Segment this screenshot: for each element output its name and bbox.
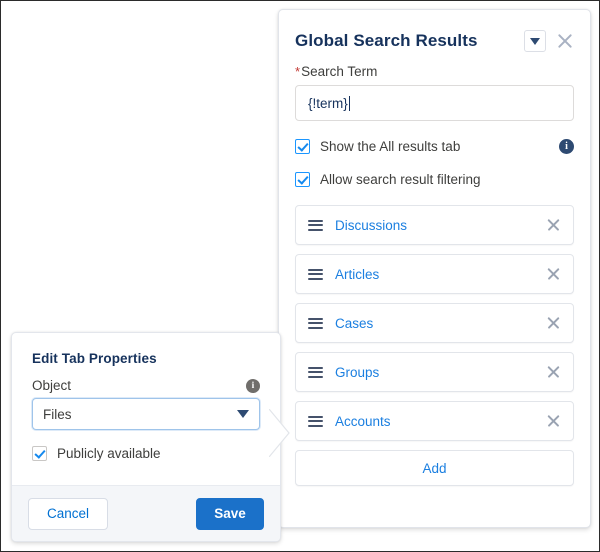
close-icon[interactable] (546, 218, 561, 233)
object-select[interactable]: Files (32, 398, 260, 430)
panel-header: Global Search Results (295, 10, 574, 64)
object-field-label-row: Object i (32, 378, 260, 393)
global-search-results-panel: Global Search Results *Search Term {!ter… (278, 9, 591, 528)
search-term-input[interactable]: {!term} (295, 85, 574, 121)
list-item-label: Accounts (335, 413, 391, 429)
publicly-available-label: Publicly available (57, 446, 161, 461)
drag-handle-icon[interactable] (308, 317, 323, 329)
chevron-down-icon (237, 410, 249, 418)
allow-search-result-filtering-row[interactable]: Allow search result filtering (295, 172, 574, 187)
info-icon[interactable]: i (559, 139, 574, 154)
drag-handle-icon[interactable] (308, 268, 323, 280)
allow-search-result-filtering-label: Allow search result filtering (320, 172, 481, 187)
close-icon[interactable] (546, 267, 561, 282)
drag-handle-icon[interactable] (308, 366, 323, 378)
object-field-label: Object (32, 378, 72, 393)
panel-connector-arrow (269, 409, 290, 457)
list-item[interactable]: Cases (295, 303, 574, 343)
panel-title: Edit Tab Properties (32, 351, 157, 366)
add-button[interactable]: Add (295, 450, 574, 486)
edit-tab-properties-panel: Edit Tab Properties Object i Files Publi… (11, 332, 281, 542)
close-icon[interactable] (546, 316, 561, 331)
screenshot-root: Global Search Results *Search Term {!ter… (0, 0, 600, 552)
drag-handle-icon[interactable] (308, 415, 323, 427)
show-all-results-tab-checkbox[interactable] (295, 139, 310, 154)
chevron-down-glyph (530, 37, 540, 45)
page-title: Global Search Results (295, 31, 478, 50)
object-select-value: Files (43, 406, 72, 422)
search-term-label-text: Search Term (301, 64, 378, 79)
text-cursor (348, 95, 350, 111)
close-icon[interactable] (556, 32, 574, 50)
cancel-button[interactable]: Cancel (28, 497, 108, 530)
allow-search-result-filtering-control[interactable]: Allow search result filtering (295, 172, 481, 187)
search-term-value: {!term} (308, 95, 348, 111)
drag-handle-icon[interactable] (308, 219, 323, 231)
publicly-available-row[interactable]: Publicly available (32, 446, 260, 461)
close-icon[interactable] (546, 414, 561, 429)
info-icon[interactable]: i (246, 378, 260, 393)
publicly-available-checkbox[interactable] (32, 446, 47, 461)
list-item[interactable]: Accounts (295, 401, 574, 441)
search-term-label: *Search Term (295, 64, 574, 79)
list-item-label: Discussions (335, 217, 408, 233)
list-item[interactable]: Groups (295, 352, 574, 392)
save-button[interactable]: Save (196, 497, 264, 530)
panel-body: Edit Tab Properties Object i Files Publi… (12, 333, 280, 461)
show-all-results-tab-control[interactable]: Show the All results tab (295, 139, 460, 154)
chevron-down-icon[interactable] (524, 30, 546, 52)
header-actions (524, 30, 574, 52)
show-all-results-tab-label: Show the All results tab (320, 139, 461, 154)
list-item-label: Cases (335, 315, 374, 331)
list-item-label: Articles (335, 266, 380, 282)
required-marker: * (295, 64, 301, 79)
panel-footer: Cancel Save (12, 485, 280, 541)
close-icon[interactable] (546, 365, 561, 380)
allow-search-result-filtering-checkbox[interactable] (295, 172, 310, 187)
result-tabs-list: Discussions Articles Cases Groups Accoun… (295, 205, 574, 486)
list-item-label: Groups (335, 364, 380, 380)
show-all-results-tab-row[interactable]: Show the All results tab i (295, 139, 574, 154)
list-item[interactable]: Articles (295, 254, 574, 294)
list-item[interactable]: Discussions (295, 205, 574, 245)
